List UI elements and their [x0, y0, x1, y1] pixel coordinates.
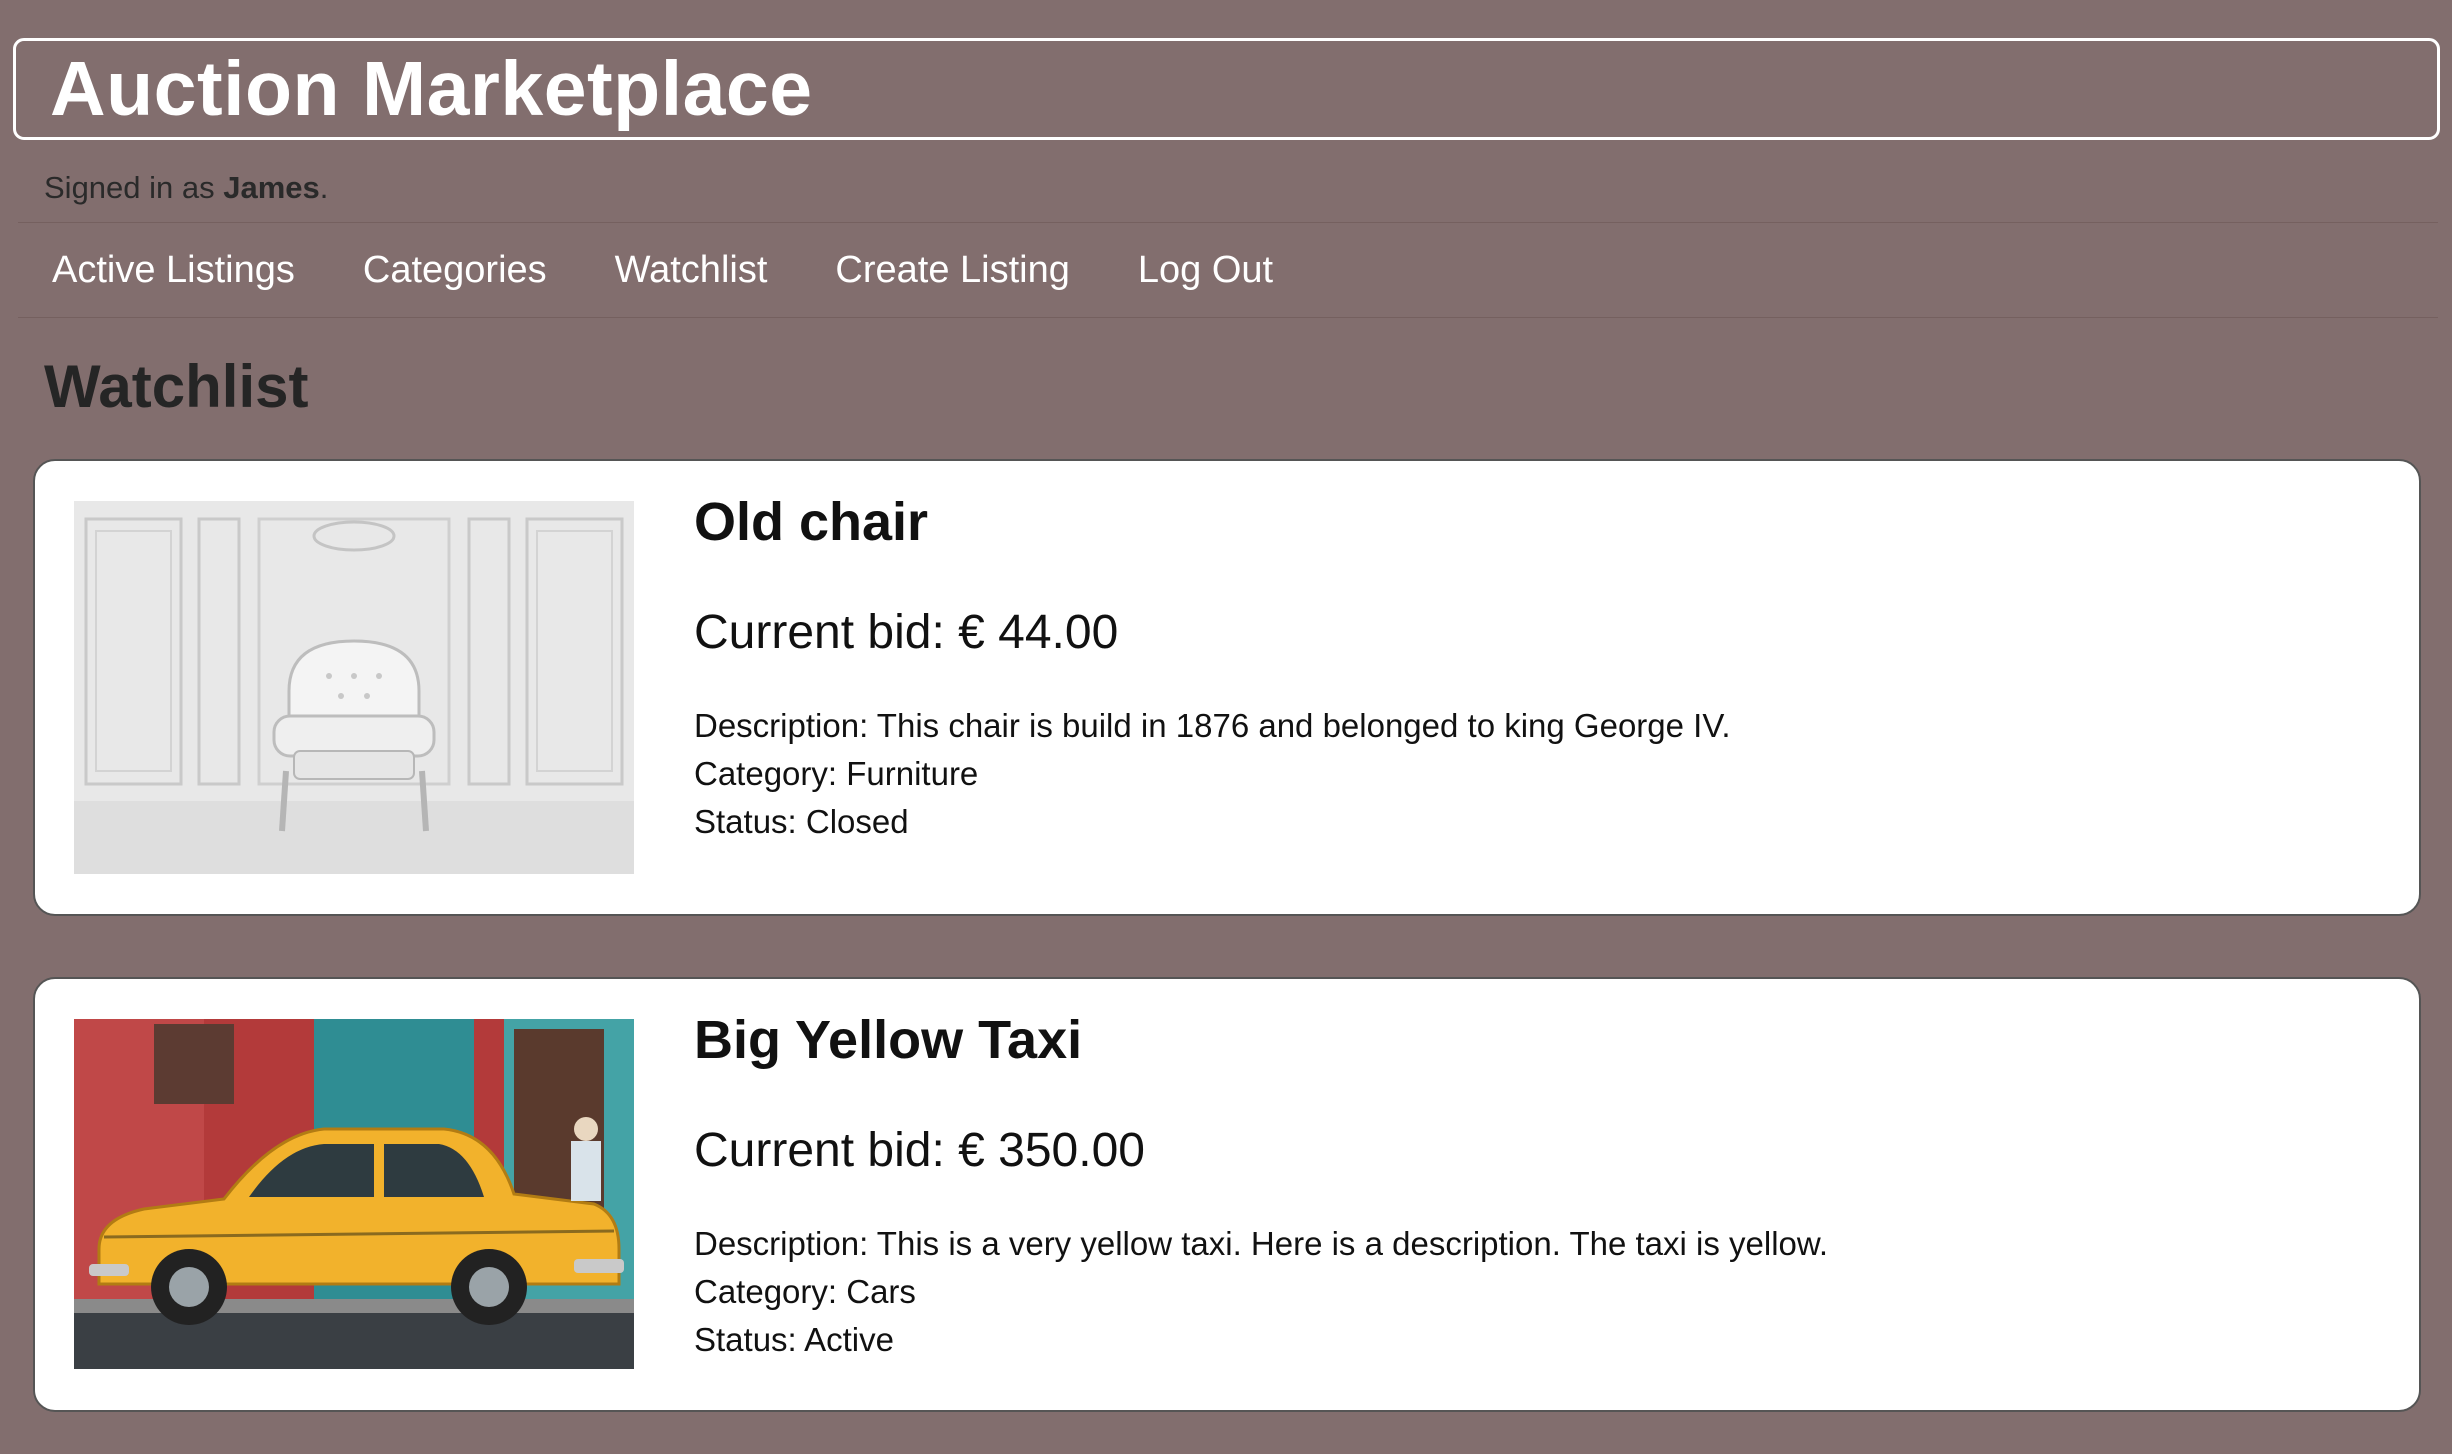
listing-category: Category: Furniture [694, 755, 979, 793]
listing-meta: Description: This chair is build in 1876… [694, 702, 2379, 846]
signed-in-username: James [223, 170, 320, 205]
nav-watchlist[interactable]: Watchlist [581, 249, 802, 292]
listing-image-chair[interactable] [74, 501, 634, 874]
listing-category: Category: Cars [694, 1273, 916, 1311]
listing-status: Status: Closed [694, 803, 909, 841]
signed-in-suffix: . [319, 170, 329, 205]
nav-categories[interactable]: Categories [329, 249, 581, 292]
taxi-image [74, 1019, 634, 1369]
chair-image [74, 501, 634, 874]
listing-image-taxi[interactable] [74, 1019, 634, 1369]
nav-active-listings[interactable]: Active Listings [18, 249, 329, 292]
signed-in-status: Signed in as James. [44, 170, 328, 206]
listing-info: Old chair Current bid: € 44.00 Descripti… [694, 491, 2379, 846]
listing-info: Big Yellow Taxi Current bid: € 350.00 De… [694, 1009, 2379, 1364]
nav-create-listing[interactable]: Create Listing [801, 249, 1103, 292]
listing-description: Description: This chair is build in 1876… [694, 707, 1731, 745]
listing-meta: Description: This is a very yellow taxi.… [694, 1220, 2379, 1364]
listing-current-bid: Current bid: € 44.00 [694, 606, 1119, 660]
listing-title[interactable]: Big Yellow Taxi [694, 1009, 2379, 1071]
listing-card[interactable]: Big Yellow Taxi Current bid: € 350.00 De… [33, 977, 2421, 1412]
listing-status: Status: Active [694, 1321, 894, 1359]
main-nav: Active Listings Categories Watchlist Cre… [18, 222, 2438, 318]
signed-in-prefix: Signed in as [44, 170, 224, 205]
listing-current-bid: Current bid: € 350.00 [694, 1124, 1145, 1178]
site-header: Auction Marketplace [13, 38, 2440, 140]
listing-description: Description: This is a very yellow taxi.… [694, 1225, 1829, 1263]
nav-log-out[interactable]: Log Out [1104, 249, 1307, 292]
page-heading: Watchlist [44, 353, 309, 420]
site-title: Auction Marketplace [50, 45, 813, 132]
listing-card[interactable]: Old chair Current bid: € 44.00 Descripti… [33, 459, 2421, 916]
listing-title[interactable]: Old chair [694, 491, 2379, 553]
page: Auction Marketplace Signed in as James. … [0, 0, 2452, 1454]
